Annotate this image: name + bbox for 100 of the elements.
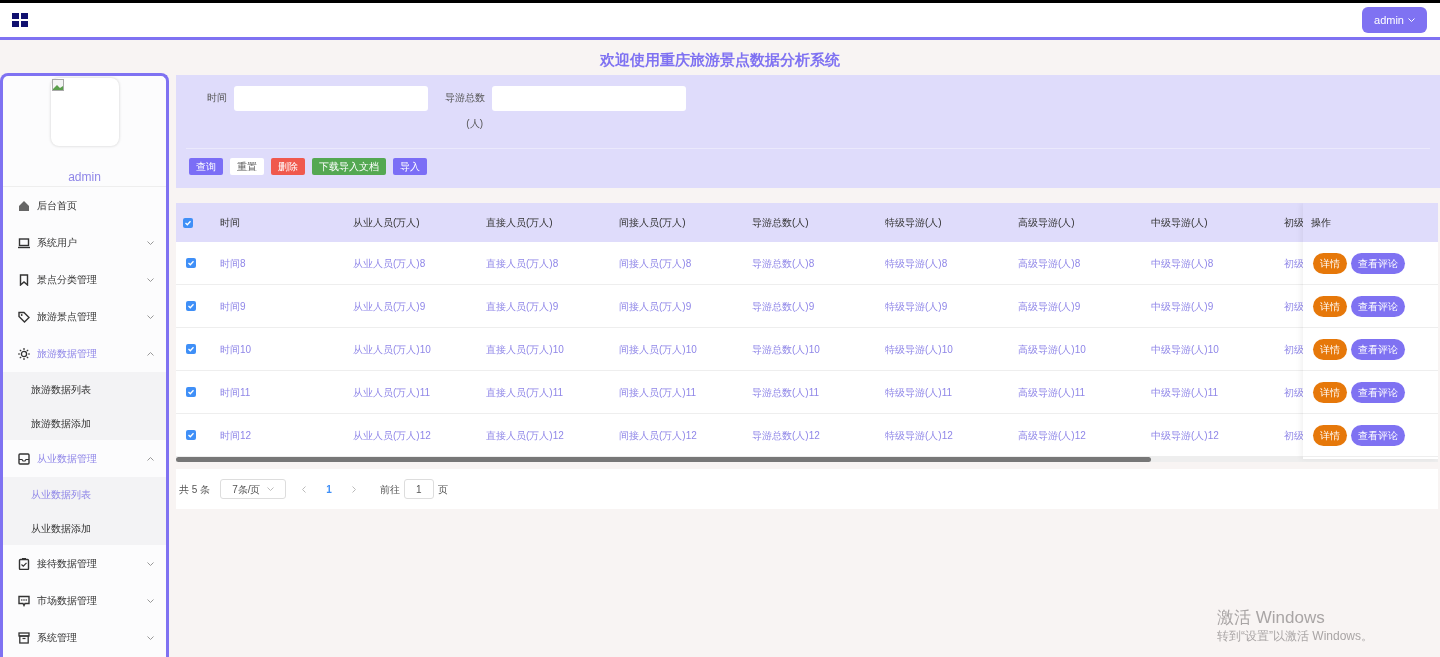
table-cell-text: 特级导游(人)8 bbox=[885, 256, 949, 271]
checkbox[interactable] bbox=[183, 217, 193, 228]
archive-icon bbox=[18, 631, 30, 644]
column-header: 直接人员(万人) bbox=[486, 216, 554, 230]
table-cell-text: 初级 bbox=[1284, 256, 1305, 271]
field-label: 时间 bbox=[207, 91, 227, 105]
column-header: 时间 bbox=[220, 216, 241, 230]
table-cell-text: 时间8 bbox=[220, 256, 247, 271]
comments-button[interactable]: 查看评论 bbox=[1351, 295, 1405, 317]
chevron-down-icon bbox=[147, 240, 154, 245]
action-button[interactable]: 导入 bbox=[393, 158, 427, 175]
table-cell-text: 从业人员(万人)8 bbox=[353, 256, 427, 271]
comments-button[interactable]: 查看评论 bbox=[1351, 424, 1405, 446]
table-cell-text: 中级导游(人)9 bbox=[1151, 299, 1215, 314]
column-header: 间接人员(万人) bbox=[619, 216, 687, 230]
comments-button[interactable]: 查看评论 bbox=[1351, 252, 1405, 274]
submenu-item[interactable]: 旅游数据列表 bbox=[3, 372, 166, 406]
text-input[interactable] bbox=[492, 86, 686, 111]
table-cell-text: 间接人员(万人)10 bbox=[619, 342, 698, 357]
submenu-item[interactable]: 旅游数据添加 bbox=[3, 406, 166, 440]
table-cell-text: 导游总数(人)10 bbox=[752, 342, 821, 357]
activation-message: 转到“设置”以激活 Windows。 bbox=[1217, 628, 1373, 644]
text-input[interactable] bbox=[234, 86, 428, 111]
table-cell-text: 中级导游(人)8 bbox=[1151, 256, 1215, 271]
submenu-item[interactable]: 从业数据列表 bbox=[3, 477, 166, 511]
goto-label: 前往 bbox=[379, 482, 400, 497]
total-count: 共 5 条 bbox=[179, 482, 211, 497]
sidebar-item[interactable]: 系统管理 bbox=[3, 619, 166, 656]
details-button[interactable]: 详情 bbox=[1313, 424, 1347, 446]
sidebar-item[interactable]: 市场数据管理 bbox=[3, 582, 166, 619]
chevron-down-icon bbox=[147, 561, 154, 566]
table-cell-text: 间接人员(万人)11 bbox=[619, 385, 698, 400]
next-page-icon[interactable] bbox=[351, 485, 356, 493]
details-button[interactable]: 详情 bbox=[1313, 295, 1347, 317]
checkbox[interactable] bbox=[186, 258, 196, 268]
action-button[interactable]: 下载导入文档 bbox=[312, 158, 386, 175]
page-input[interactable]: 1 bbox=[403, 479, 434, 499]
table-cell-text: 初级 bbox=[1284, 299, 1305, 314]
table-cell-text: 导游总数(人)12 bbox=[752, 428, 821, 443]
details-button[interactable]: 详情 bbox=[1313, 252, 1347, 274]
table-cell-text: 初级 bbox=[1284, 385, 1305, 400]
table-cell-text: 特级导游(人)11 bbox=[885, 385, 954, 400]
table-cell-text: 导游总数(人)9 bbox=[752, 299, 816, 314]
comments-button[interactable]: 查看评论 bbox=[1351, 381, 1405, 403]
table-cell-text: 时间11 bbox=[220, 385, 252, 400]
column-header: 高级导游(人) bbox=[1018, 216, 1076, 230]
tag-icon bbox=[18, 310, 30, 323]
action-button[interactable]: 删除 bbox=[271, 158, 305, 175]
sidebar-item[interactable]: 从业数据管理 bbox=[3, 440, 166, 477]
sidebar-item[interactable]: 旅游景点管理 bbox=[3, 298, 166, 335]
table-cell-text: 从业人员(万人)9 bbox=[353, 299, 427, 314]
field-label: (人) bbox=[466, 117, 483, 131]
page-suffix: 页 bbox=[437, 482, 448, 497]
table-cell-text: 高级导游(人)8 bbox=[1018, 256, 1082, 271]
table-cell-text: 直接人员(万人)8 bbox=[486, 256, 560, 271]
checkbox[interactable] bbox=[186, 301, 196, 311]
page-number[interactable]: 1 bbox=[326, 481, 332, 497]
column-header: 特级导游(人) bbox=[885, 216, 943, 230]
laptop-icon bbox=[18, 236, 30, 249]
details-button[interactable]: 详情 bbox=[1313, 338, 1347, 360]
column-header: 中级导游(人) bbox=[1151, 216, 1209, 230]
table-cell-text: 间接人员(万人)8 bbox=[619, 256, 693, 271]
table-cell-text: 间接人员(万人)12 bbox=[619, 428, 698, 443]
action-button[interactable]: 重置 bbox=[230, 158, 264, 175]
table-cell-text: 直接人员(万人)10 bbox=[486, 342, 565, 357]
previous-page-icon[interactable] bbox=[302, 485, 307, 493]
details-button[interactable]: 详情 bbox=[1313, 381, 1347, 403]
clipboard-check-icon bbox=[18, 557, 30, 570]
table-cell-text: 高级导游(人)12 bbox=[1018, 428, 1087, 443]
user-menu-button[interactable]: admin bbox=[1362, 7, 1427, 33]
table-cell-text: 直接人员(万人)9 bbox=[486, 299, 560, 314]
scrollbar[interactable] bbox=[176, 457, 1151, 462]
chevron-up-icon bbox=[147, 456, 154, 461]
checkbox[interactable] bbox=[186, 430, 196, 440]
table-cell-text: 特级导游(人)12 bbox=[885, 428, 954, 443]
comments-button[interactable]: 查看评论 bbox=[1351, 338, 1405, 360]
table-cell-text: 中级导游(人)11 bbox=[1151, 385, 1220, 400]
table-cell-text: 间接人员(万人)9 bbox=[619, 299, 693, 314]
page-title: 欢迎使用重庆旅游景点数据分析系统 bbox=[599, 50, 841, 69]
menu-icon[interactable] bbox=[12, 13, 28, 27]
column-header: 初级 bbox=[1284, 216, 1305, 230]
page-size-select[interactable]: 7条/页 bbox=[220, 479, 287, 499]
checkbox[interactable] bbox=[186, 387, 196, 397]
checkbox[interactable] bbox=[186, 344, 196, 354]
table-cell-text: 高级导游(人)10 bbox=[1018, 342, 1087, 357]
sidebar-item[interactable]: 系统用户 bbox=[3, 224, 166, 261]
table-cell-text: 中级导游(人)12 bbox=[1151, 428, 1220, 443]
table-cell-text: 高级导游(人)11 bbox=[1018, 385, 1087, 400]
chevron-up-icon bbox=[147, 351, 154, 356]
table-cell-text: 导游总数(人)11 bbox=[752, 385, 821, 400]
table-cell-text: 直接人员(万人)11 bbox=[486, 385, 565, 400]
sidebar-item[interactable]: 接待数据管理 bbox=[3, 545, 166, 582]
table-cell-text: 初级 bbox=[1284, 342, 1305, 357]
caret-icon bbox=[1408, 17, 1415, 23]
sidebar-item[interactable]: 后台首页 bbox=[3, 187, 166, 224]
sidebar-item[interactable]: 旅游数据管理 bbox=[3, 335, 166, 372]
sidebar-item[interactable]: 景点分类管理 bbox=[3, 261, 166, 298]
action-button[interactable]: 查询 bbox=[189, 158, 223, 175]
column-header: 导游总数(人) bbox=[752, 216, 810, 230]
submenu-item[interactable]: 从业数据添加 bbox=[3, 511, 166, 545]
